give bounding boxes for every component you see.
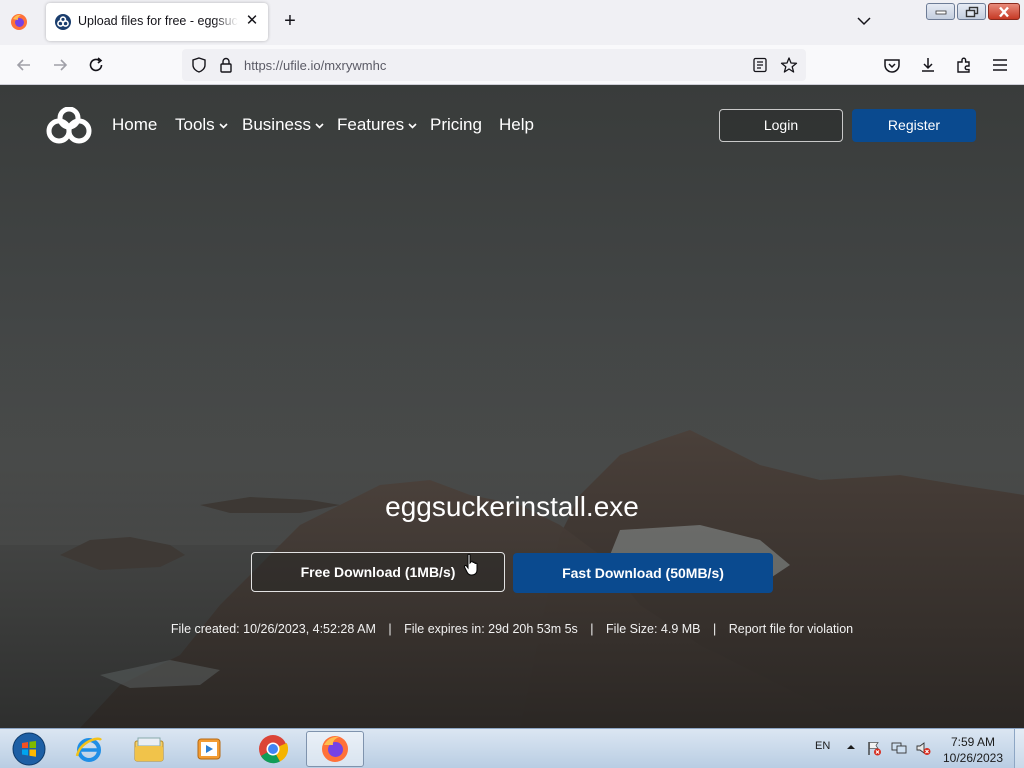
taskbar-firefox[interactable] xyxy=(306,731,364,767)
nav-help-label: Help xyxy=(499,115,534,134)
reload-icon[interactable] xyxy=(86,55,106,75)
file-expires-text: File expires in: 29d 20h 53m 5s xyxy=(404,622,578,636)
file-created-text: File created: 10/26/2023, 4:52:28 AM xyxy=(170,622,376,636)
chevron-down-icon xyxy=(219,122,228,129)
nav-help[interactable]: Help xyxy=(499,115,534,135)
fast-download-button[interactable]: Fast Download (50MB/s) xyxy=(513,553,773,593)
clock-time: 7:59 AM xyxy=(950,735,996,749)
new-tab-button[interactable]: + xyxy=(280,11,300,31)
taskbar-internet-explorer[interactable] xyxy=(60,731,118,767)
browser-tab-strip: Upload files for free - eggsucke ✕ + xyxy=(0,0,1024,45)
taskbar-media-player[interactable] xyxy=(180,731,238,767)
url-bar[interactable]: https://ufile.io/mxrywmhc xyxy=(182,49,806,81)
web-page: Home Tools Business Features Pricing Hel… xyxy=(0,85,1024,728)
pocket-icon[interactable] xyxy=(882,55,902,75)
action-center-flag-icon[interactable] xyxy=(866,740,882,756)
reader-view-icon[interactable] xyxy=(752,57,768,73)
internet-explorer-icon xyxy=(75,737,102,762)
volume-muted-icon[interactable] xyxy=(915,740,931,756)
window-minimize-button[interactable] xyxy=(926,3,955,20)
report-violation-link[interactable]: Report file for violation xyxy=(729,622,853,636)
nav-features-label: Features xyxy=(337,115,405,134)
list-all-tabs-icon[interactable] xyxy=(855,12,873,30)
show-hidden-icons-icon[interactable] xyxy=(846,742,856,752)
nav-business-label: Business xyxy=(242,115,311,134)
nav-tools[interactable]: Tools xyxy=(175,115,228,135)
chevron-down-icon xyxy=(408,122,417,129)
media-player-icon xyxy=(197,738,221,760)
window-restore-button[interactable] xyxy=(957,3,986,20)
start-button[interactable] xyxy=(0,731,58,767)
network-icon[interactable] xyxy=(891,740,907,756)
downloads-icon[interactable] xyxy=(918,55,938,75)
separator: | xyxy=(590,622,594,636)
hand-pointer-cursor-icon xyxy=(463,553,478,576)
folder-icon xyxy=(134,737,164,762)
browser-nav-bar: https://ufile.io/mxrywmhc xyxy=(0,45,1024,85)
tracking-protection-shield-icon[interactable] xyxy=(190,56,208,74)
ufile-logo-icon[interactable] xyxy=(45,107,93,145)
browser-tab-active[interactable]: Upload files for free - eggsucke ✕ xyxy=(46,3,268,41)
separator: | xyxy=(713,622,717,636)
taskbar-file-explorer[interactable] xyxy=(120,731,178,767)
windows-taskbar: EN 7:59 AM 10/26/2023 xyxy=(0,728,1024,768)
padlock-icon[interactable] xyxy=(218,56,234,74)
clock-date: 10/26/2023 xyxy=(942,751,1004,765)
hamburger-menu-icon[interactable] xyxy=(990,55,1010,75)
separator: | xyxy=(388,622,392,636)
forward-arrow-icon[interactable] xyxy=(50,55,70,75)
chevron-down-icon xyxy=(315,122,324,129)
taskbar-chrome[interactable] xyxy=(244,731,302,767)
system-clock[interactable]: 7:59 AM 10/26/2023 xyxy=(938,734,1008,766)
chrome-icon xyxy=(259,735,288,764)
firefox-menu-icon[interactable] xyxy=(10,13,28,31)
nav-home[interactable]: Home xyxy=(112,115,157,135)
nav-features[interactable]: Features xyxy=(337,115,417,135)
file-name-heading: eggsuckerinstall.exe xyxy=(385,491,639,522)
bookmark-star-icon[interactable] xyxy=(780,56,798,74)
nav-tools-label: Tools xyxy=(175,115,215,134)
url-text: https://ufile.io/mxrywmhc xyxy=(244,58,387,73)
file-info-line: File created: 10/26/2023, 4:52:28 AM | F… xyxy=(0,622,1024,636)
window-close-button[interactable] xyxy=(988,3,1020,20)
nav-pricing[interactable]: Pricing xyxy=(430,115,482,135)
windows-start-orb-icon xyxy=(12,732,46,766)
file-size-text: File Size: 4.9 MB xyxy=(606,622,701,636)
nav-pricing-label: Pricing xyxy=(430,115,482,134)
show-desktop-button[interactable] xyxy=(1014,729,1024,768)
tab-close-icon[interactable]: ✕ xyxy=(244,13,260,29)
language-indicator[interactable]: EN xyxy=(815,740,830,752)
nav-business[interactable]: Business xyxy=(242,115,324,135)
firefox-icon xyxy=(322,736,348,762)
ufile-favicon-icon xyxy=(55,14,71,30)
extensions-icon[interactable] xyxy=(954,55,974,75)
nav-home-label: Home xyxy=(112,115,158,134)
login-button[interactable]: Login xyxy=(719,109,843,142)
tab-title: Upload files for free - eggsucke xyxy=(78,14,238,28)
register-button[interactable]: Register xyxy=(852,109,976,142)
back-arrow-icon[interactable] xyxy=(14,55,34,75)
